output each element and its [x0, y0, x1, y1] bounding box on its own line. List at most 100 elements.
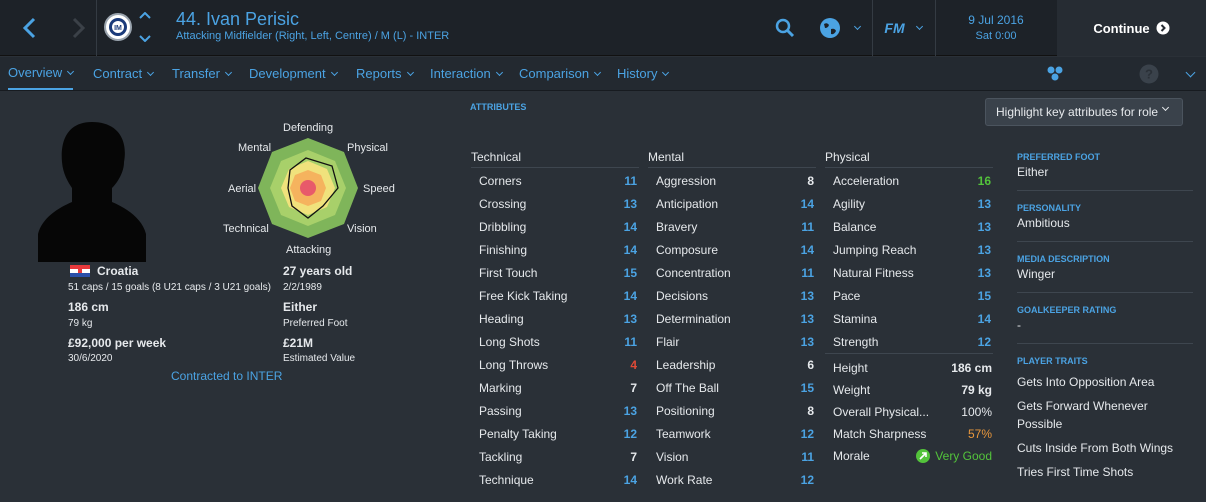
attribute-row[interactable]: Dribbling 14 — [471, 215, 639, 238]
attribute-row[interactable]: Vision 11 — [648, 445, 816, 468]
help-icon[interactable]: ? — [1136, 57, 1162, 90]
attribute-name: Aggression — [656, 173, 717, 188]
tab-history[interactable]: History — [617, 57, 670, 90]
tab-comparison[interactable]: Comparison — [519, 57, 602, 90]
player-description: Attacking Midfielder (Right, Left, Centr… — [176, 30, 450, 42]
attribute-row[interactable]: Teamwork 12 — [648, 422, 816, 445]
tab-interaction[interactable]: Interaction — [430, 57, 503, 90]
attribute-row[interactable]: Marking 7 — [471, 376, 639, 399]
attribute-name: Decisions — [656, 288, 709, 303]
attribute-name: Determination — [656, 311, 731, 326]
back-arrow-icon[interactable] — [12, 10, 48, 46]
tab-overview[interactable]: Overview — [8, 57, 75, 90]
attribute-row[interactable]: Penalty Taking 12 — [471, 422, 639, 445]
forward-arrow-icon[interactable] — [60, 10, 96, 46]
tab-label: Contract — [93, 66, 143, 81]
date-of-birth: 2/2/1989 — [283, 282, 322, 293]
fm-menu-button[interactable]: FM — [878, 0, 928, 56]
attribute-row[interactable]: Positioning 8 — [648, 399, 816, 422]
tab-reports[interactable]: Reports — [356, 57, 414, 90]
nationality[interactable]: Croatia — [97, 264, 138, 278]
attribute-value: 13 — [623, 311, 637, 326]
tab-development[interactable]: Development — [249, 57, 338, 90]
attribute-row[interactable]: Leadership 6 — [648, 353, 816, 376]
personality-heading: PERSONALITY — [1017, 203, 1082, 213]
attribute-row[interactable]: Off The Ball 15 — [648, 376, 816, 399]
attribute-row[interactable]: Determination 13 — [648, 307, 816, 330]
player-switch-arrows[interactable] — [138, 12, 152, 42]
attribute-row[interactable]: Finishing 14 — [471, 238, 639, 261]
attribute-name: Vision — [656, 449, 689, 464]
highlight-role-dropdown[interactable]: Highlight key attributes for role — [985, 98, 1183, 126]
chevron-down-icon — [67, 67, 75, 75]
attribute-value: 12 — [800, 426, 814, 441]
attribute-name: Concentration — [656, 265, 731, 280]
chevron-up-icon[interactable] — [139, 12, 151, 19]
attribute-row[interactable]: Heading 13 — [471, 307, 639, 330]
attribute-row[interactable]: Natural Fitness 13 — [825, 261, 993, 284]
attribute-row[interactable]: Jumping Reach 13 — [825, 238, 993, 261]
weight-row: Weight 79 kg — [833, 379, 992, 401]
attribute-name: Free Kick Taking — [479, 288, 568, 303]
attribute-row[interactable]: Technique 14 — [471, 468, 639, 491]
people-icon[interactable] — [1040, 57, 1070, 90]
attribute-row[interactable]: Tackling 7 — [471, 445, 639, 468]
morale-up-arrow-icon — [916, 449, 931, 463]
attribute-row[interactable]: Free Kick Taking 14 — [471, 284, 639, 307]
attribute-row[interactable]: Passing 13 — [471, 399, 639, 422]
attribute-row[interactable]: Corners 11 — [471, 169, 639, 192]
trait-item: Cuts Inside From Both Wings — [1017, 441, 1174, 455]
chevron-down-icon — [853, 22, 861, 31]
attribute-value: 14 — [800, 196, 814, 211]
attribute-row[interactable]: Anticipation 14 — [648, 192, 816, 215]
tab-transfer[interactable]: Transfer — [172, 57, 232, 90]
chevron-down-icon[interactable] — [139, 35, 151, 42]
world-menu-button[interactable] — [814, 0, 864, 56]
attribute-row[interactable]: Crossing 13 — [471, 192, 639, 215]
attribute-value: 13 — [977, 242, 991, 257]
attribute-row[interactable]: Flair 13 — [648, 330, 816, 353]
divider — [1017, 190, 1193, 191]
attribute-value: 7 — [630, 449, 637, 464]
continue-button[interactable]: Continue — [1057, 0, 1206, 56]
tab-label: Development — [249, 66, 326, 81]
attribute-row[interactable]: Bravery 11 — [648, 215, 816, 238]
attribute-row[interactable]: Composure 14 — [648, 238, 816, 261]
attribute-row[interactable]: Balance 13 — [825, 215, 993, 238]
divider — [471, 167, 639, 168]
tab-contract[interactable]: Contract — [93, 57, 155, 90]
attribute-row[interactable]: Long Shots 11 — [471, 330, 639, 353]
radar-label-speed: Speed — [363, 183, 395, 195]
attribute-row[interactable]: Pace 15 — [825, 284, 993, 307]
preferred-foot-heading: PREFERRED FOOT — [1017, 152, 1101, 162]
attribute-row[interactable]: Decisions 13 — [648, 284, 816, 307]
chevron-down-icon[interactable] — [1176, 57, 1198, 90]
attribute-value: 14 — [623, 242, 637, 257]
attribute-value: 12 — [977, 334, 991, 349]
attribute-name: Technique — [479, 472, 534, 487]
contracted-club-link[interactable]: Contracted to INTER — [171, 369, 282, 383]
attribute-name: Pace — [833, 288, 861, 303]
attribute-row[interactable]: Aggression 8 — [648, 169, 816, 192]
attribute-name: First Touch — [479, 265, 538, 280]
attribute-value: 14 — [623, 472, 637, 487]
attribute-row[interactable]: Stamina 14 — [825, 307, 993, 330]
attribute-value: 4 — [630, 357, 637, 372]
attribute-value: 7 — [630, 380, 637, 395]
stat-value: Very Good — [935, 449, 992, 463]
stat-label: Height — [833, 361, 868, 375]
attribute-row[interactable]: Acceleration 16 — [825, 169, 993, 192]
attribute-row[interactable]: Concentration 11 — [648, 261, 816, 284]
attribute-name: Jumping Reach — [833, 242, 917, 257]
search-icon[interactable] — [770, 0, 800, 56]
attribute-row[interactable]: Strength 12 — [825, 330, 993, 353]
arrow-right-circle-icon — [1156, 21, 1170, 35]
attribute-row[interactable]: Long Throws 4 — [471, 353, 639, 376]
attribute-name: Work Rate — [656, 472, 713, 487]
club-crest-icon[interactable]: IM — [104, 13, 132, 41]
highlight-role-label: Highlight key attributes for role — [996, 105, 1159, 119]
attribute-value: 11 — [624, 334, 637, 349]
attribute-row[interactable]: Work Rate 12 — [648, 468, 816, 491]
attribute-row[interactable]: Agility 13 — [825, 192, 993, 215]
attribute-row[interactable]: First Touch 15 — [471, 261, 639, 284]
